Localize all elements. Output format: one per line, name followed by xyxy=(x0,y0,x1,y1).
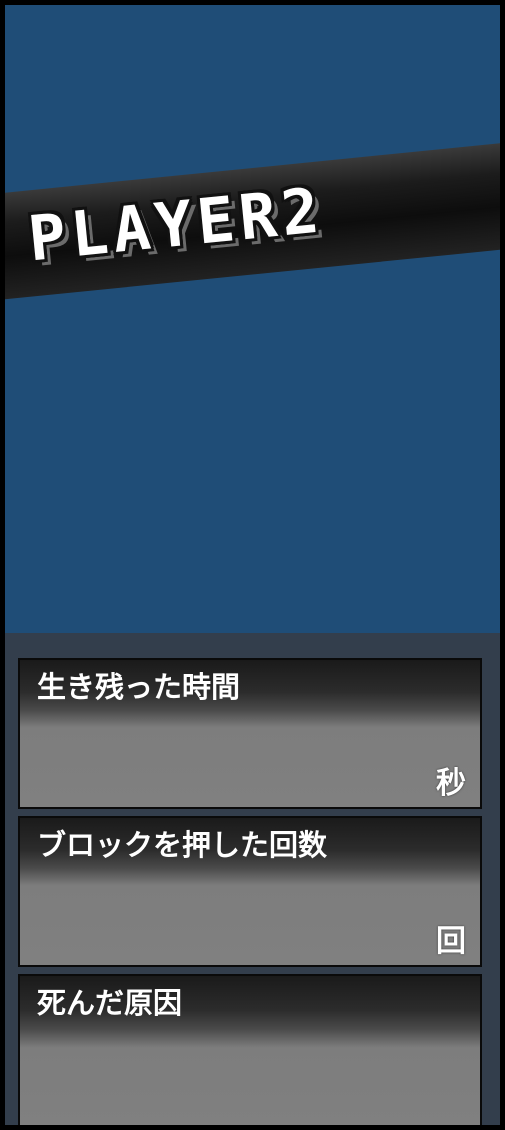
player-banner: PLAYER2 xyxy=(5,140,500,302)
game-arena: PLAYER2 xyxy=(5,5,500,633)
stat-block-push-count: ブロックを押した回数 回 xyxy=(18,816,482,967)
stat-unit: 回 xyxy=(436,924,466,959)
game-frame: PLAYER2 生き残った時間 秒 ブロックを押した回数 回 死んだ原因 xyxy=(0,0,505,1130)
stat-label: 死んだ原因 xyxy=(37,986,183,1020)
stat-death-cause: 死んだ原因 xyxy=(18,974,482,1125)
player-panel: PLAYER2 生き残った時間 秒 ブロックを押した回数 回 死んだ原因 xyxy=(5,5,500,1125)
stat-survival-time: 生き残った時間 秒 xyxy=(18,658,482,809)
stat-label: 生き残った時間 xyxy=(37,670,241,704)
stat-unit: 秒 xyxy=(436,766,466,801)
stat-label: ブロックを押した回数 xyxy=(37,828,328,862)
